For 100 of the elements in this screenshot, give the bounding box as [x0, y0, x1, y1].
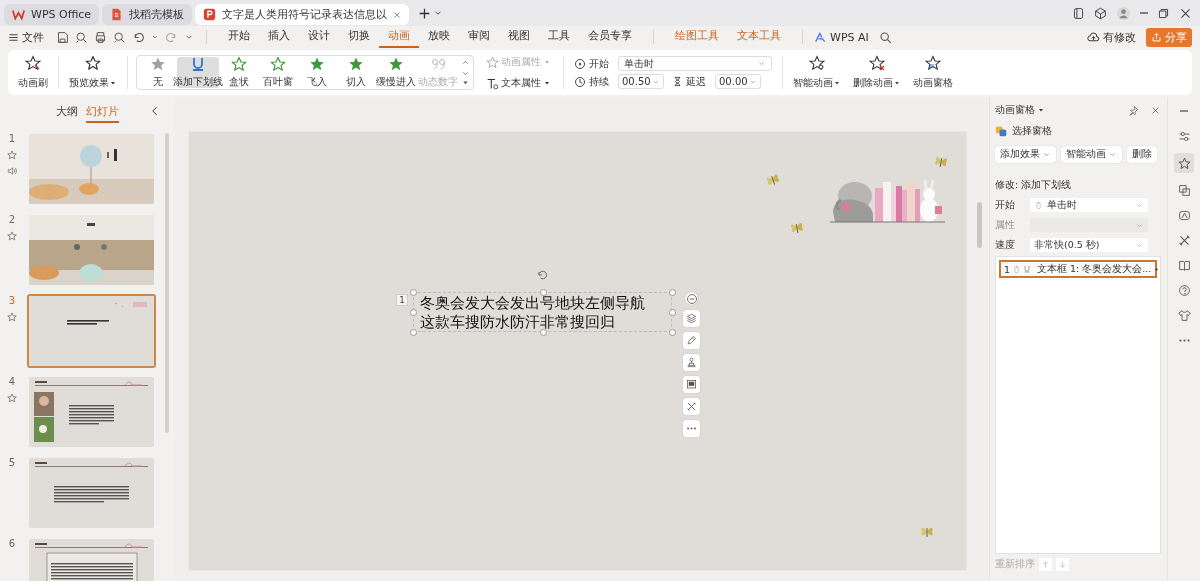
collapse-button[interactable]	[685, 292, 698, 305]
select-pane-button[interactable]: 选择窗格	[995, 124, 1167, 138]
resize-handle[interactable]	[669, 309, 676, 316]
order-number: 1	[1004, 263, 1011, 275]
file-menu[interactable]: 文件	[8, 29, 44, 45]
caret-up-icon	[461, 58, 470, 67]
ribbon-tab[interactable]: 设计	[299, 26, 339, 48]
slide-thumbnail[interactable]	[28, 457, 155, 529]
slide-text: 冬奥会发大会发出号地块左侧导航这款车搜防水防汗非常搜回归	[420, 294, 646, 332]
restore-button[interactable]	[1157, 6, 1170, 20]
expand-button[interactable]	[461, 78, 470, 87]
window-icon-button[interactable]	[1071, 6, 1085, 20]
effect-button[interactable]: 切入	[336, 57, 375, 88]
scrollbar[interactable]	[165, 133, 169, 433]
slide-thumbnail[interactable]	[27, 294, 156, 368]
pane-button[interactable]: 添加效果	[995, 146, 1056, 163]
ribbon-tab[interactable]: 动画	[379, 26, 419, 48]
preview-button[interactable]: 预览效果	[63, 50, 123, 95]
ribbon-tab[interactable]: 插入	[259, 26, 299, 48]
animation-pane-button[interactable]: 动画窗格	[907, 50, 959, 95]
document-tab[interactable]: 文字是人类用符号记录表达信息以	[195, 4, 410, 25]
stamp-button[interactable]	[683, 354, 700, 371]
slide-thumbnail[interactable]	[28, 376, 155, 448]
delay-field[interactable]: 00.00	[715, 74, 761, 89]
star-icon	[85, 55, 101, 71]
pen-button[interactable]	[683, 332, 700, 349]
start-select[interactable]: 单击时	[618, 56, 772, 71]
avatar-icon	[1115, 5, 1131, 21]
scroll-down-button[interactable]	[461, 69, 470, 78]
restore-icon	[1157, 6, 1170, 20]
effect-button[interactable]: 飞入	[297, 57, 336, 88]
resize-handle[interactable]	[410, 309, 417, 316]
animation-brush-button[interactable]: 动画刷	[12, 50, 54, 95]
panel-tab[interactable]: 幻灯片	[86, 101, 119, 123]
pane-button[interactable]: 智能动画	[1061, 146, 1122, 163]
resize-handle[interactable]	[410, 329, 417, 336]
duration-field[interactable]: 00.50	[618, 74, 664, 89]
effect-button[interactable]: 百叶窗	[258, 57, 297, 88]
redo-button[interactable]	[165, 30, 178, 44]
animation-item[interactable]: 1 文本框 1: 冬奥会发大会...	[999, 260, 1157, 278]
resize-handle[interactable]	[669, 289, 676, 296]
layers-button[interactable]	[683, 310, 700, 327]
ribbon-tab[interactable]: 开始	[219, 26, 259, 48]
ribbon-tab[interactable]: 绘图工具	[666, 26, 728, 48]
close-button[interactable]	[1179, 6, 1192, 20]
ribbon-tab[interactable]: 审阅	[459, 26, 499, 48]
undo-button[interactable]	[132, 30, 145, 44]
delete-animation-button[interactable]: 删除动画	[847, 50, 907, 95]
document-tab[interactable]: 找稻壳模板	[102, 4, 193, 25]
ribbon-tab[interactable]: 文本工具	[728, 26, 790, 48]
minus-icon	[685, 292, 698, 305]
resize-handle[interactable]	[539, 329, 547, 336]
frame-button[interactable]	[683, 376, 700, 393]
resize-handle[interactable]	[410, 289, 417, 296]
search-icon	[878, 30, 892, 44]
duration-label: 持续	[589, 74, 609, 89]
ribbon-tab[interactable]: 视图	[499, 26, 539, 48]
dropdown-field[interactable]	[1030, 218, 1148, 232]
panel-tab[interactable]: 大纲	[56, 101, 78, 123]
avatar-button[interactable]	[1115, 5, 1131, 21]
ribbon-tab[interactable]: 工具	[539, 26, 579, 48]
dropdown-field[interactable]: 单击时	[1030, 198, 1148, 212]
ribbon-tab[interactable]: 切换	[339, 26, 379, 48]
star-button[interactable]	[1174, 153, 1194, 173]
search-button[interactable]	[878, 30, 892, 44]
print-button[interactable]	[94, 30, 107, 44]
save-button[interactable]	[56, 30, 69, 44]
scrollbar[interactable]	[977, 202, 982, 248]
frame-icon	[686, 379, 697, 390]
new-tab-button[interactable]	[418, 6, 432, 20]
delay-label: 延迟	[686, 74, 706, 89]
star-delete-icon	[869, 55, 885, 71]
document-tab[interactable]: WPS Office	[4, 4, 100, 25]
slide-thumbnail[interactable]	[28, 214, 155, 286]
more-button[interactable]	[683, 420, 700, 437]
modified-button[interactable]: 有修改	[1087, 29, 1136, 45]
slide-thumbnail[interactable]	[28, 133, 155, 205]
slide-number: 4	[8, 376, 16, 387]
play-icon	[574, 57, 586, 70]
pane-button[interactable]: 删除	[1127, 146, 1157, 163]
resize-handle[interactable]	[539, 289, 547, 296]
cube-button[interactable]	[1093, 6, 1107, 20]
property-button[interactable]: 文本属性	[486, 76, 551, 90]
dropdown-field[interactable]: 非常快(0.5 秒)	[1030, 238, 1148, 252]
minimize-button[interactable]	[1139, 12, 1148, 14]
find-button[interactable]	[75, 30, 88, 44]
close-button[interactable]	[1151, 105, 1160, 115]
effect-button[interactable]: 缓慢进入	[375, 57, 417, 88]
smart-animation-button[interactable]: 智能动画	[787, 50, 847, 95]
text-property-icon	[486, 76, 499, 90]
ai-button[interactable]: WPS AI	[815, 30, 869, 44]
hourglass-icon	[672, 76, 683, 87]
rotate-handle[interactable]	[536, 269, 548, 281]
tools-button[interactable]	[683, 398, 700, 415]
pin-button[interactable]	[1128, 104, 1139, 116]
ribbon-tab[interactable]: 会员专享	[579, 26, 641, 48]
resize-handle[interactable]	[669, 329, 676, 336]
print-preview-button[interactable]	[113, 30, 126, 44]
ribbon-tab[interactable]: 放映	[419, 26, 459, 48]
clock-icon	[574, 75, 586, 88]
